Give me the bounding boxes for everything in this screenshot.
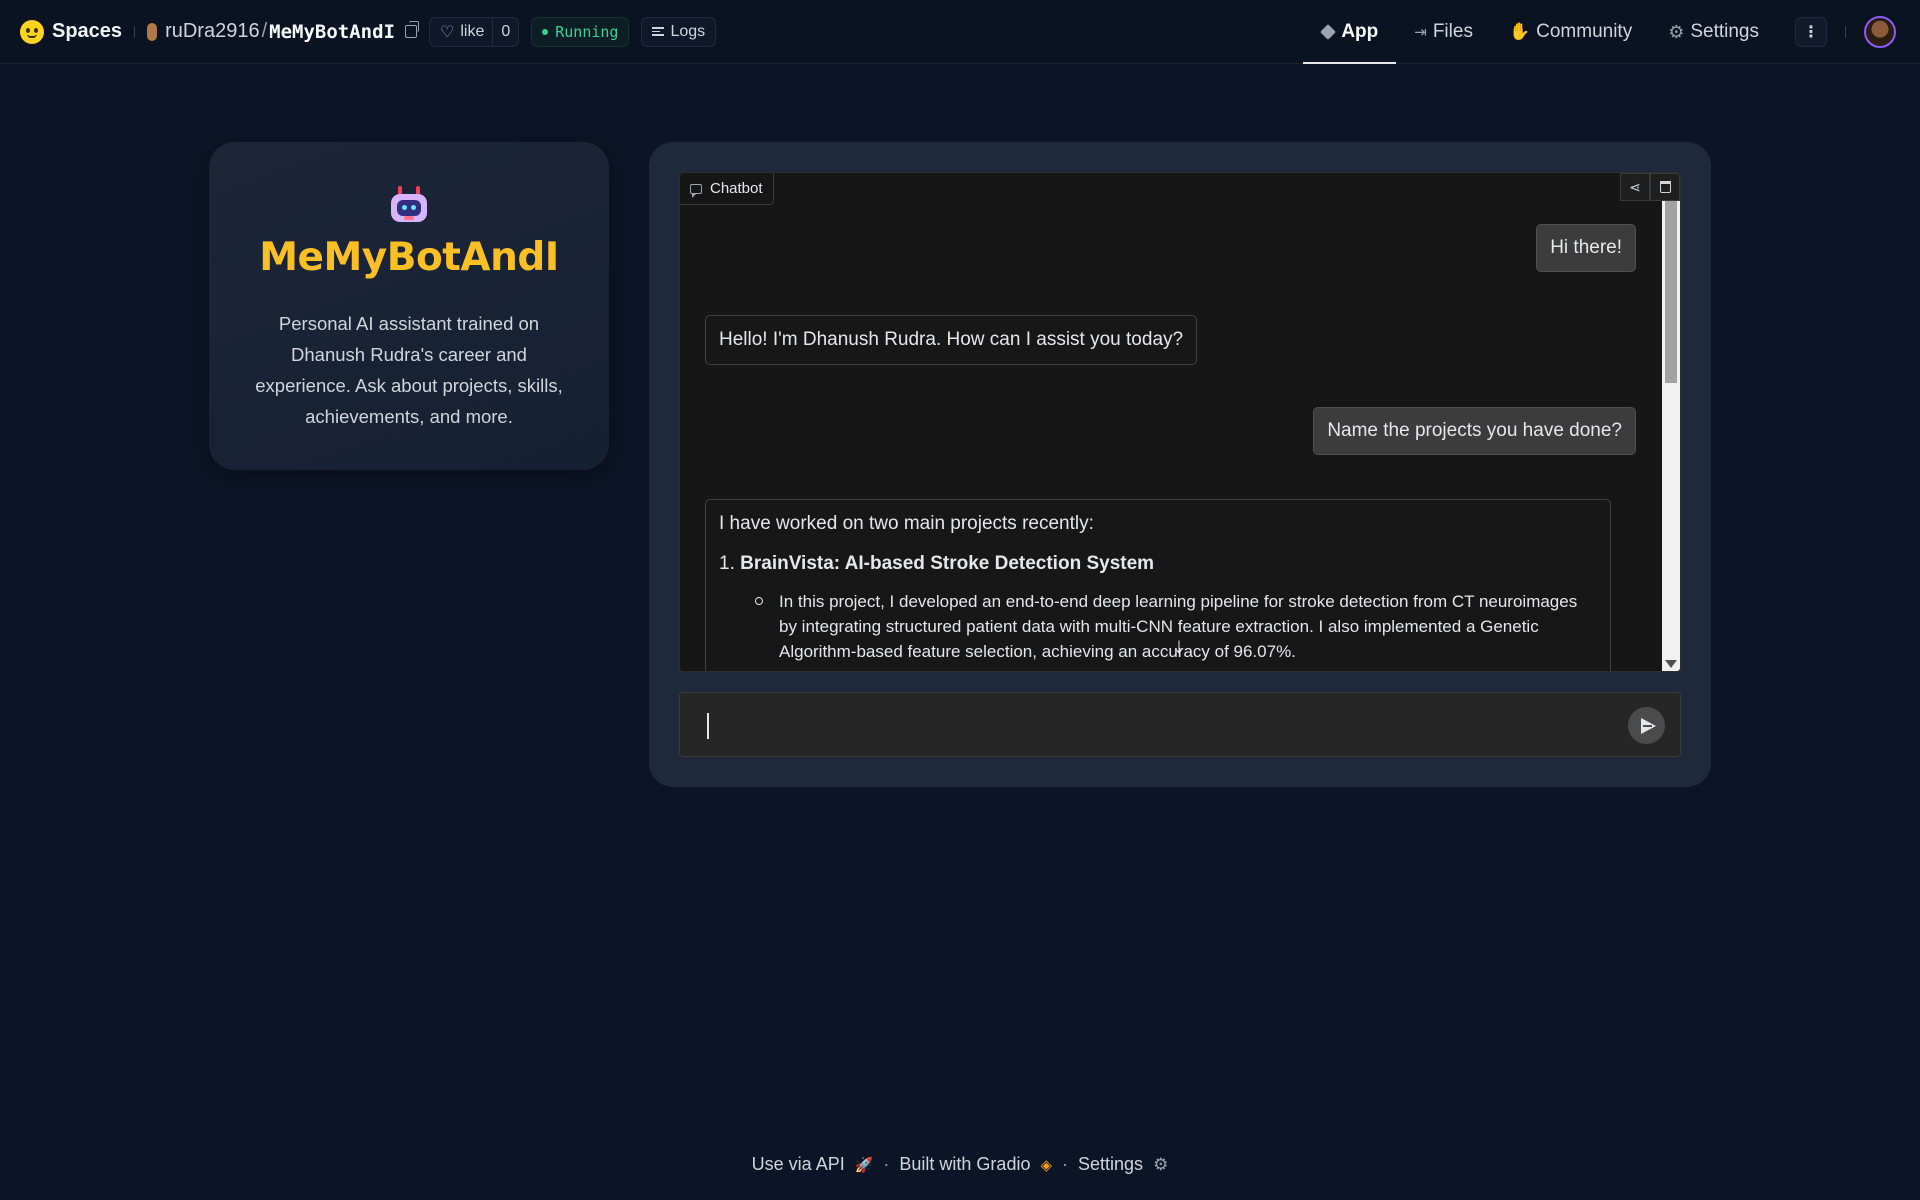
message-input-box[interactable] xyxy=(679,692,1681,757)
logs-icon xyxy=(652,25,665,38)
heart-icon: ♡ xyxy=(439,23,455,41)
tab-label: App xyxy=(1341,21,1379,42)
nav-tabs: App ⇥ Files ✋ Community ⚙ Settings ⋮ xyxy=(1303,0,1920,64)
footer-dot: · xyxy=(1062,1154,1069,1174)
share-button[interactable]: ⋖ xyxy=(1620,173,1650,201)
bot-message: I have worked on two main projects recen… xyxy=(705,499,1611,671)
user-message: Name the projects you have done? xyxy=(1313,407,1636,455)
like-label: like xyxy=(460,22,485,40)
files-icon: ⇥ xyxy=(1414,24,1427,41)
user-avatar[interactable] xyxy=(1864,16,1896,48)
chatbot-window[interactable]: Chatbot ⋖ Hi there! Hello! I'm Dhanush R… xyxy=(679,172,1681,672)
scrollbar-thumb[interactable] xyxy=(1665,201,1677,383)
trash-icon xyxy=(1659,181,1671,193)
scroll-to-bottom-button[interactable]: ↓ xyxy=(1164,631,1194,661)
project-detail: In this project, I developed an end-to-e… xyxy=(719,589,1597,664)
robot-icon xyxy=(389,186,429,226)
more-options-button[interactable]: ⋮ xyxy=(1795,17,1827,47)
status-badge[interactable]: Running xyxy=(531,16,630,47)
tab-label: Settings xyxy=(1690,21,1759,42)
footer-dot: · xyxy=(883,1154,890,1174)
copy-icon[interactable] xyxy=(404,21,419,38)
scroll-down-arrow-icon[interactable] xyxy=(1665,660,1677,668)
brand-name: Spaces xyxy=(52,20,123,42)
share-icon: ⋖ xyxy=(1629,178,1641,195)
gear-icon: ⚙ xyxy=(1668,21,1685,42)
tab-community[interactable]: ✋ Community xyxy=(1491,0,1650,64)
project-heading: 1. BrainVista: AI-based Stroke Detection… xyxy=(719,553,1597,575)
hugging-face-logo-icon xyxy=(20,19,44,44)
status-dot-icon xyxy=(542,28,549,35)
repo-name-link[interactable]: MeMyBotAndI xyxy=(269,21,395,43)
built-with-gradio-link[interactable]: Built with Gradio xyxy=(899,1154,1030,1175)
logs-label: Logs xyxy=(670,22,706,40)
gradio-logo-icon: ◈ xyxy=(1040,1156,1053,1174)
divider xyxy=(134,25,136,38)
text-caret xyxy=(707,713,709,739)
tab-settings[interactable]: ⚙ Settings xyxy=(1650,0,1777,64)
like-button[interactable]: ♡ like 0 xyxy=(428,16,520,47)
message-input[interactable] xyxy=(704,707,1604,743)
tab-label: Community xyxy=(1536,21,1633,42)
bot-message: Hello! I'm Dhanush Rudra. How can I assi… xyxy=(705,315,1198,365)
repo-owner-link[interactable]: ruDra2916 xyxy=(165,20,260,43)
project-title: BrainVista: AI-based Stroke Detection Sy… xyxy=(740,553,1155,574)
send-icon xyxy=(1640,717,1656,734)
repo-slash: / xyxy=(261,20,268,42)
settings-gear-icon: ⚙ xyxy=(1153,1154,1169,1174)
project-number: 1. xyxy=(719,553,735,574)
top-navbar: Spaces ruDra2916 / MeMyBotAndI ♡ like 0 R… xyxy=(0,0,1920,64)
bullet-icon xyxy=(755,597,763,605)
logs-button[interactable]: Logs xyxy=(641,16,717,47)
chat-panel: Chatbot ⋖ Hi there! Hello! I'm Dhanush R… xyxy=(649,142,1711,787)
chat-icon xyxy=(690,183,702,198)
tab-app[interactable]: App xyxy=(1303,0,1397,64)
use-via-api-link[interactable]: Use via API xyxy=(752,1154,845,1175)
repo-path: ruDra2916 / MeMyBotAndI xyxy=(147,20,419,43)
status-text: Running xyxy=(555,22,619,41)
bot-message-intro: I have worked on two main projects recen… xyxy=(719,513,1094,534)
send-button[interactable] xyxy=(1628,707,1665,744)
divider xyxy=(1845,26,1846,38)
owner-avatar[interactable] xyxy=(147,22,158,41)
tab-files[interactable]: ⇥ Files xyxy=(1396,0,1491,64)
cube-icon xyxy=(1320,24,1337,40)
clear-button[interactable] xyxy=(1650,173,1680,201)
arrow-down-icon: ↓ xyxy=(1173,633,1185,658)
user-message: Hi there! xyxy=(1536,224,1636,272)
community-icon: ✋ xyxy=(1508,22,1531,41)
chatbot-label: Chatbot xyxy=(680,173,774,205)
profile-card: MeMyBotAndI Personal AI assistant traine… xyxy=(209,142,609,470)
footer-settings-link[interactable]: Settings xyxy=(1078,1154,1143,1175)
profile-title: MeMyBotAndI xyxy=(259,235,559,280)
tab-label: Files xyxy=(1432,21,1473,42)
spaces-brand[interactable]: Spaces xyxy=(20,19,123,44)
chatbot-label-text: Chatbot xyxy=(710,180,763,197)
like-count[interactable]: 0 xyxy=(492,17,518,46)
profile-description: Personal AI assistant trained on Dhanush… xyxy=(255,313,563,427)
rocket-icon: 🚀 xyxy=(854,1156,874,1174)
scrollbar[interactable] xyxy=(1662,201,1680,671)
chat-toolbar: ⋖ xyxy=(1620,173,1680,201)
footer: Use via API 🚀 · Built with Gradio ◈ · Se… xyxy=(0,1154,1920,1175)
